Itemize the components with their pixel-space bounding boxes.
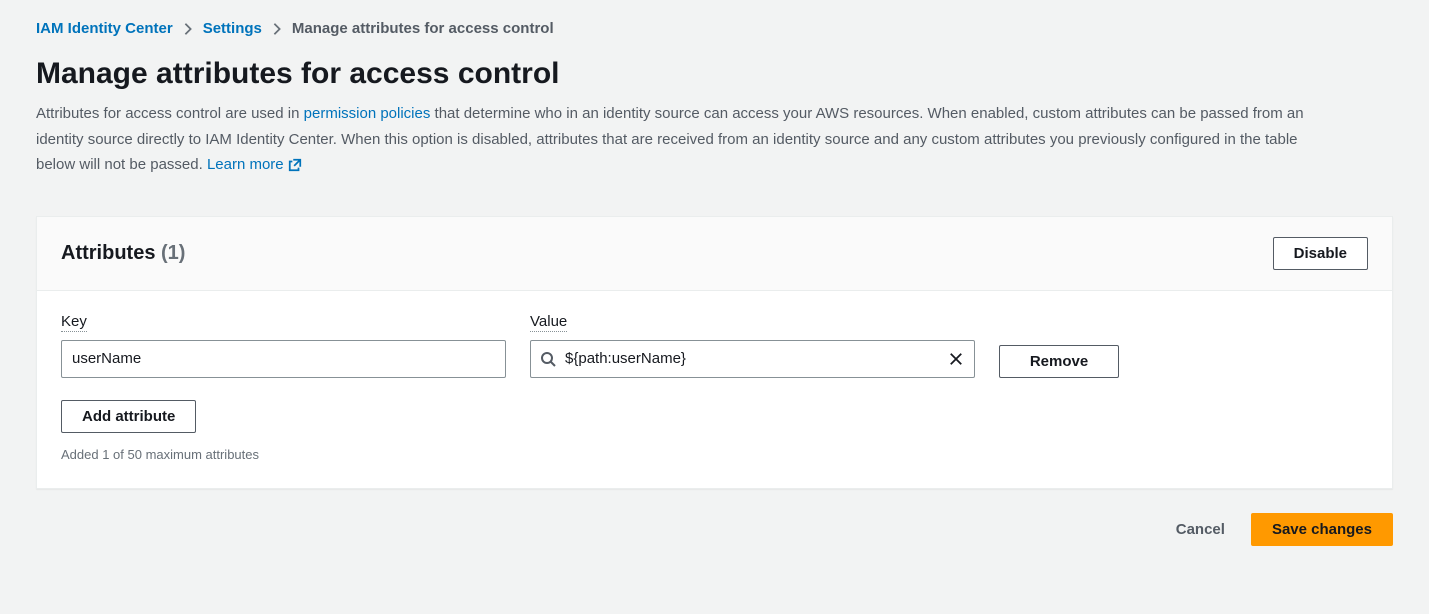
value-combo xyxy=(530,340,975,378)
page-title: Manage attributes for access control xyxy=(36,57,1393,91)
breadcrumb-link-settings[interactable]: Settings xyxy=(203,20,262,37)
panel-header: Attributes (1) Disable xyxy=(37,217,1392,291)
footer-actions: Cancel Save changes xyxy=(36,513,1393,546)
panel-title-text: Attributes xyxy=(61,242,155,264)
remove-button[interactable]: Remove xyxy=(999,345,1119,378)
breadcrumb: IAM Identity Center Settings Manage attr… xyxy=(36,20,1393,37)
external-link-icon xyxy=(288,158,302,172)
value-field: Value xyxy=(530,313,975,378)
chevron-right-icon xyxy=(183,22,193,36)
clear-value-button[interactable] xyxy=(943,346,969,372)
remove-cell: Remove xyxy=(999,345,1119,378)
attributes-panel: Attributes (1) Disable Key Value xyxy=(36,216,1393,489)
attributes-hint: Added 1 of 50 maximum attributes xyxy=(61,447,1368,462)
disable-button[interactable]: Disable xyxy=(1273,237,1368,270)
key-input[interactable] xyxy=(61,340,506,378)
breadcrumb-link-iam[interactable]: IAM Identity Center xyxy=(36,20,173,37)
add-attribute-button[interactable]: Add attribute xyxy=(61,400,196,433)
chevron-right-icon xyxy=(272,22,282,36)
close-icon xyxy=(949,352,963,366)
value-label: Value xyxy=(530,313,567,332)
save-changes-button[interactable]: Save changes xyxy=(1251,513,1393,546)
panel-body: Key Value xyxy=(37,291,1392,488)
key-field: Key xyxy=(61,313,506,378)
learn-more-label: Learn more xyxy=(207,152,284,178)
key-label: Key xyxy=(61,313,87,332)
panel-count: (1) xyxy=(161,242,185,264)
permission-policies-link[interactable]: permission policies xyxy=(304,105,431,122)
panel-title: Attributes (1) xyxy=(61,242,185,265)
attribute-row: Key Value xyxy=(61,313,1368,378)
learn-more-link[interactable]: Learn more xyxy=(207,152,302,178)
cancel-button[interactable]: Cancel xyxy=(1164,514,1237,545)
value-input[interactable] xyxy=(530,340,975,378)
page-intro: Attributes for access control are used i… xyxy=(36,101,1316,178)
intro-text-before: Attributes for access control are used i… xyxy=(36,105,304,122)
breadcrumb-current: Manage attributes for access control xyxy=(292,20,554,37)
